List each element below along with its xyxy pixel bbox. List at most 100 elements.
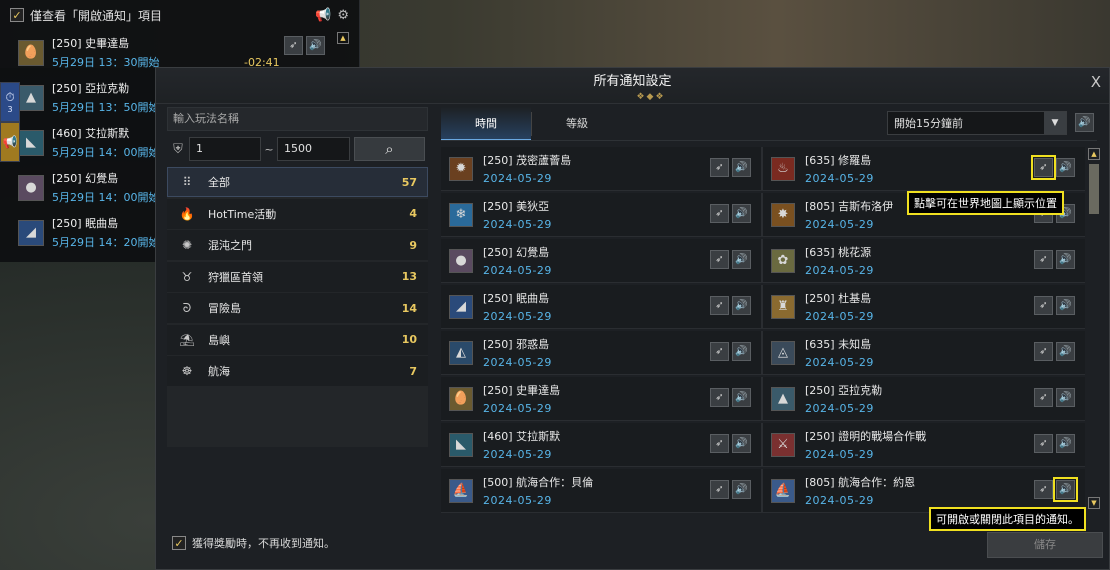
- compass-icon[interactable]: ➶: [710, 434, 729, 453]
- megaphone-icon[interactable]: 📢: [315, 8, 331, 23]
- megaphone-icon[interactable]: 🔊: [732, 204, 751, 223]
- search-input[interactable]: 輸入玩法名稱: [167, 107, 428, 131]
- compass-icon[interactable]: ➶: [710, 204, 729, 223]
- helm-wheel-icon: ☸: [181, 364, 193, 378]
- compass-icon[interactable]: ➶: [710, 250, 729, 269]
- category-island[interactable]: ⛱ 島嶼 10: [167, 324, 428, 355]
- category-count: 10: [401, 333, 417, 346]
- island-thumbnail-icon: ♨: [771, 156, 795, 181]
- reward-mute-checkbox[interactable]: ✓: [172, 536, 186, 550]
- island-thumbnail-icon: ●: [449, 248, 473, 273]
- megaphone-icon[interactable]: 🔊: [732, 388, 751, 407]
- entry-cell[interactable]: ◣ [460] 艾拉斯默 2024-05-29 ➶ 🔊: [441, 423, 763, 467]
- megaphone-icon[interactable]: 🔊: [732, 480, 751, 499]
- megaphone-icon[interactable]: 🔊: [1056, 296, 1075, 315]
- tabs-underline: [441, 140, 1097, 141]
- entry-date: 2024-05-29: [483, 310, 552, 323]
- entry-date: 2024-05-29: [483, 402, 552, 415]
- entry-name: [635] 修羅島: [805, 154, 872, 167]
- entry-name: [250] 亞拉克勒: [805, 384, 883, 397]
- level-min-input[interactable]: 1: [189, 137, 261, 161]
- side-tab-notify[interactable]: 📢: [0, 122, 20, 162]
- island-thumbnail-icon: ◣: [18, 129, 44, 156]
- compass-icon[interactable]: ➶: [710, 480, 729, 499]
- entry-cell[interactable]: ♨ [635] 修羅島 2024-05-29 ➶ 🔊: [763, 147, 1085, 191]
- megaphone-icon[interactable]: 🔊: [1056, 388, 1075, 407]
- egg-icon: 🥚: [449, 386, 473, 411]
- reward-mute-option[interactable]: ✓ 獲得獎勵時，不再收到通知。: [172, 535, 335, 551]
- category-adventure-island[interactable]: ᘐ 冒險島 14: [167, 293, 428, 323]
- gear-icon[interactable]: ⚙: [337, 8, 349, 23]
- entry-cell[interactable]: ✹ [250] 茂密蘆薈島 2024-05-29 ➶ 🔊: [441, 147, 763, 191]
- entry-cell[interactable]: ⚔ [250] 證明的戰場合作戰 2024-05-29 ➶ 🔊: [763, 423, 1085, 467]
- megaphone-icon[interactable]: 🔊: [1056, 158, 1075, 177]
- compass-icon[interactable]: ➶: [710, 296, 729, 315]
- search-button[interactable]: ⌕: [354, 137, 425, 161]
- entry-cell[interactable]: 🥚 [250] 史畢達島 2024-05-29 ➶ 🔊: [441, 377, 763, 421]
- entry-cell[interactable]: ◭ [250] 邪惑島 2024-05-29 ➶ 🔊: [441, 331, 763, 375]
- tab-time[interactable]: 時間: [441, 107, 531, 141]
- megaphone-icon[interactable]: 🔊: [1056, 342, 1075, 361]
- entry-cell[interactable]: ♜ [250] 杜基島 2024-05-29 ➶ 🔊: [763, 285, 1085, 329]
- entry-cell[interactable]: ⛵ [500] 航海合作：貝倫 2024-05-29 ➶ 🔊: [441, 469, 763, 513]
- compass-icon[interactable]: ➶: [710, 388, 729, 407]
- entry-cell[interactable]: ▲ [250] 亞拉克勒 2024-05-29 ➶ 🔊: [763, 377, 1085, 421]
- megaphone-icon[interactable]: 🔊: [732, 158, 751, 177]
- category-hottime[interactable]: 🔥 HotTime活動 4: [167, 198, 428, 229]
- show-enabled-only-checkbox[interactable]: ✓: [10, 8, 24, 22]
- flame-icon: 🔥: [179, 206, 195, 221]
- megaphone-icon[interactable]: 🔊: [1056, 434, 1075, 453]
- compass-icon[interactable]: ➶: [1034, 250, 1053, 269]
- compass-icon[interactable]: ➶: [710, 342, 729, 361]
- compass-icon[interactable]: ➶: [1034, 388, 1053, 407]
- level-max-input[interactable]: 1500: [277, 137, 350, 161]
- megaphone-icon[interactable]: 🔊: [732, 250, 751, 269]
- save-button[interactable]: 儲存: [987, 532, 1103, 558]
- entry-cell[interactable]: ◢ [250] 眠曲島 2024-05-29 ➶ 🔊: [441, 285, 763, 329]
- entry-date: 2024-05-29: [805, 494, 874, 507]
- category-chaos-gate[interactable]: ✺ 混沌之門 9: [167, 230, 428, 260]
- megaphone-icon[interactable]: 🔊: [306, 36, 325, 55]
- tab-level[interactable]: 等級: [532, 107, 622, 141]
- category-count: 57: [401, 175, 417, 189]
- island-thumbnail-icon: ◬: [771, 340, 795, 365]
- compass-icon[interactable]: ➶: [1034, 296, 1053, 315]
- compass-icon[interactable]: ➶: [1031, 155, 1056, 180]
- megaphone-icon[interactable]: 🔊: [1075, 113, 1094, 132]
- scroll-up-icon[interactable]: ▲: [337, 32, 349, 44]
- level-range-row: ⛨ 1 ~ 1500 ⌕: [167, 137, 428, 161]
- category-sailing[interactable]: ☸ 航海 7: [167, 356, 428, 386]
- entry-cell[interactable]: ❄ [250] 美狄亞 2024-05-29 ➶ 🔊: [441, 193, 763, 237]
- chevron-down-icon[interactable]: ▼: [1044, 112, 1066, 134]
- notify-timing-select[interactable]: 開始15分鐘前 ▼: [887, 111, 1067, 135]
- palm-icon: ⛱: [179, 332, 195, 347]
- entries-scrollbar[interactable]: ▲ ▼: [1088, 148, 1101, 514]
- compass-icon[interactable]: ➶: [1034, 434, 1053, 453]
- compass-icon[interactable]: ➶: [710, 158, 729, 177]
- megaphone-icon[interactable]: 🔊: [732, 434, 751, 453]
- scroll-thumb[interactable]: [1089, 164, 1099, 214]
- category-field-boss[interactable]: ♉ 狩獵區首領 13: [167, 261, 428, 292]
- egg-icon: 🥚: [18, 39, 44, 66]
- megaphone-icon[interactable]: 🔊: [1053, 477, 1078, 502]
- scroll-down-icon[interactable]: ▼: [1088, 497, 1100, 509]
- category-label: 混沌之門: [208, 239, 252, 252]
- scroll-up-icon[interactable]: ▲: [1088, 148, 1100, 160]
- side-tab-count: 3: [7, 105, 13, 114]
- entry-cell[interactable]: ● [250] 幻覺島 2024-05-29 ➶ 🔊: [441, 239, 763, 283]
- megaphone-icon[interactable]: 🔊: [732, 296, 751, 315]
- megaphone-icon[interactable]: 🔊: [1056, 250, 1075, 269]
- compass-icon[interactable]: ➶: [1034, 480, 1053, 499]
- close-icon[interactable]: X: [1091, 68, 1101, 96]
- entry-date: 2024-05-29: [483, 172, 552, 185]
- horns-icon: ♉: [181, 269, 193, 284]
- vortex-icon: ✺: [181, 238, 193, 252]
- entry-cell[interactable]: ◬ [635] 未知島 2024-05-29 ➶ 🔊: [763, 331, 1085, 375]
- megaphone-icon[interactable]: 🔊: [732, 342, 751, 361]
- side-tab-timer[interactable]: ⏱ 3: [0, 82, 20, 122]
- island-thumbnail-icon: ◢: [18, 219, 44, 246]
- category-all[interactable]: ⠿ 全部 57: [167, 167, 428, 197]
- entry-cell[interactable]: ✿ [635] 桃花源 2024-05-29 ➶ 🔊: [763, 239, 1085, 283]
- compass-icon[interactable]: ➶: [284, 36, 303, 55]
- compass-icon[interactable]: ➶: [1034, 342, 1053, 361]
